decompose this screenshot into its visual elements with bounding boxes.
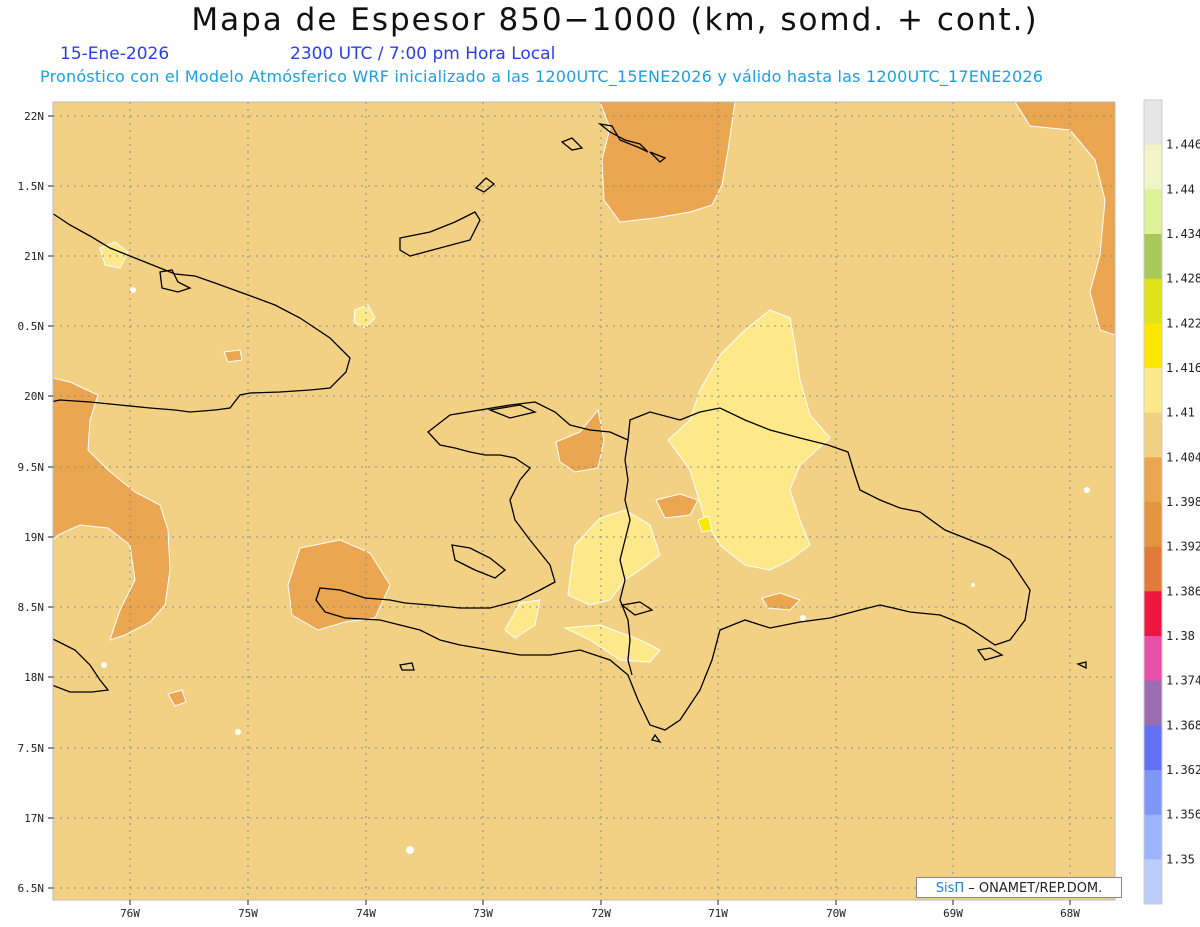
legend-swatch	[1144, 591, 1162, 637]
legend-swatch	[1144, 234, 1162, 280]
lon-label: 74W	[356, 907, 376, 920]
legend-swatch	[1144, 770, 1162, 816]
lat-label: 20N	[24, 390, 44, 403]
legend-label: 1.416	[1166, 361, 1200, 375]
legend-label: 1.398	[1166, 495, 1200, 509]
thickness-map: 22N 1.5N 21N 0.5N 20N 9.5N 19N 8.5N 18N …	[18, 99, 1200, 920]
credit-box: SisΠ – ONAMET/REP.DOM.	[916, 877, 1122, 898]
legend-swatch	[1144, 859, 1162, 905]
lon-label: 75W	[238, 907, 258, 920]
legend-label: 1.386	[1166, 584, 1200, 598]
lat-label: 1.5N	[18, 180, 45, 193]
legend-swatch	[1144, 546, 1162, 592]
lat-label: 0.5N	[18, 320, 45, 333]
legend-label: 1.38	[1166, 629, 1195, 643]
credit-brand: SisΠ	[935, 881, 965, 896]
lon-label: 68W	[1060, 907, 1080, 920]
legend-swatch	[1144, 100, 1162, 146]
latitude-axis: 22N 1.5N 21N 0.5N 20N 9.5N 19N 8.5N 18N …	[18, 110, 53, 895]
legend-label: 1.434	[1166, 227, 1200, 241]
lat-label: 8.5N	[18, 601, 45, 614]
legend-label: 1.446	[1166, 138, 1200, 152]
legend-swatch	[1144, 189, 1162, 235]
lat-label: 22N	[24, 110, 44, 123]
lon-label: 71W	[708, 907, 728, 920]
legend-swatch	[1144, 680, 1162, 726]
map-background	[52, 101, 1116, 901]
legend-swatch	[1144, 636, 1162, 682]
lat-label: 21N	[24, 250, 44, 263]
legend-swatch	[1144, 144, 1162, 190]
lat-label: 19N	[24, 531, 44, 544]
lon-label: 70W	[826, 907, 846, 920]
legend-swatch	[1144, 323, 1162, 369]
legend-label: 1.44	[1166, 182, 1195, 196]
longitude-axis: 76W 75W 74W 73W 72W 71W 70W 69W 68W	[120, 900, 1080, 920]
legend-label: 1.404	[1166, 450, 1200, 464]
legend-swatch	[1144, 725, 1162, 771]
legend-label: 1.428	[1166, 272, 1200, 286]
lon-label: 73W	[473, 907, 493, 920]
lon-label: 69W	[943, 907, 963, 920]
lon-label: 76W	[120, 907, 140, 920]
lat-label: 18N	[24, 671, 44, 684]
lon-label: 72W	[591, 907, 611, 920]
legend-label: 1.356	[1166, 808, 1200, 822]
legend-label: 1.35	[1166, 852, 1195, 866]
lat-label: 17N	[24, 812, 44, 825]
legend-swatch	[1144, 502, 1162, 548]
legend-label: 1.422	[1166, 316, 1200, 330]
legend-label: 1.368	[1166, 718, 1200, 732]
lat-label: 6.5N	[18, 882, 45, 895]
legend-swatch	[1144, 368, 1162, 414]
legend-swatch	[1144, 457, 1162, 503]
lat-label: 9.5N	[18, 461, 45, 474]
credit-text: – ONAMET/REP.DOM.	[968, 881, 1103, 896]
legend-label: 1.392	[1166, 540, 1200, 554]
legend-swatch	[1144, 412, 1162, 458]
lat-label: 7.5N	[18, 742, 45, 755]
legend-label: 1.362	[1166, 763, 1200, 777]
legend-label: 1.41	[1166, 406, 1195, 420]
legend-swatch	[1144, 814, 1162, 860]
color-legend: 1.446 1.44 1.434 1.428 1.422 1.416 1.41 1.404 1.…	[1143, 99, 1200, 905]
legend-swatch	[1144, 278, 1162, 324]
legend-label: 1.374	[1166, 674, 1200, 688]
